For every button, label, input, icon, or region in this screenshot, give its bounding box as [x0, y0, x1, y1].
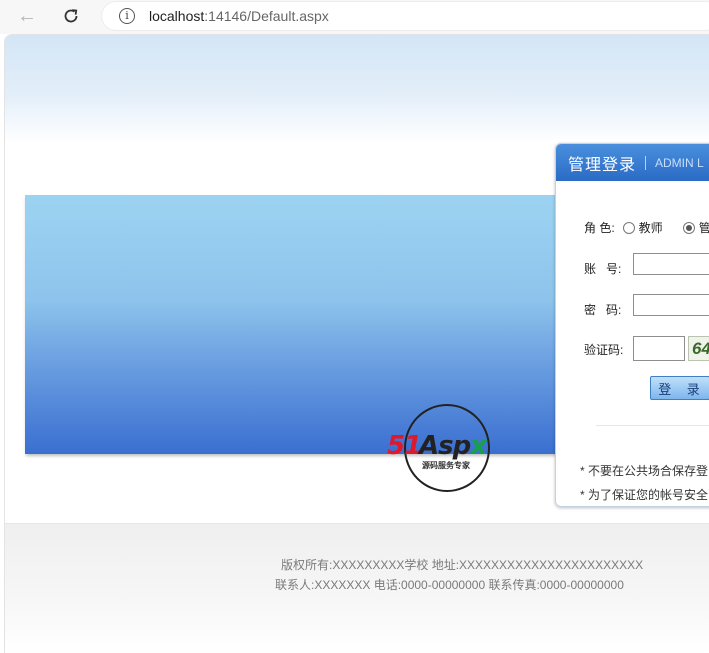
footer-copyright: 版权所有:XXXXXXXXX学校 地址:XXXXXXXXXXXXXXXXXXXX… — [281, 558, 644, 572]
account-input[interactable] — [633, 253, 709, 275]
url-path: :14146/Default.aspx — [204, 8, 329, 24]
login-subtitle: ADMIN L — [655, 155, 704, 170]
captcha-label: 验证码: — [584, 343, 624, 357]
logo-51: 51 — [387, 431, 422, 461]
header-divider — [645, 155, 647, 170]
notice-public-place: * 不要在公共场合保存登 — [580, 464, 709, 478]
site-info-icon[interactable]: i — [119, 8, 135, 24]
captcha-image[interactable]: 64 — [688, 336, 709, 361]
login-button[interactable]: 登 录 — [650, 376, 709, 400]
login-header: 管理登录 ADMIN L — [556, 144, 709, 181]
account-row: 账 号: — [584, 260, 621, 277]
page-content: 51 Aspx 源码服务专家 管理登录 ADMIN L 角 色: 教师 管 账 … — [4, 34, 709, 653]
logo-tagline: 源码服务专家 — [422, 461, 470, 470]
logo-asp-text: Asp — [419, 431, 471, 461]
logo-x-text: x — [470, 431, 487, 461]
header-sky-background — [5, 35, 709, 143]
role-label: 角 色: — [584, 221, 615, 235]
captcha-input[interactable] — [633, 336, 685, 361]
role-row: 角 色: 教师 管 — [584, 219, 709, 236]
password-input[interactable] — [633, 294, 709, 316]
footer-contact: 联系人:XXXXXXX 电话:0000-00000000 联系传真:0000-0… — [275, 578, 624, 592]
role-radio-teacher[interactable] — [622, 221, 635, 234]
login-panel: 管理登录 ADMIN L 角 色: 教师 管 账 号: 密 码: 验证码: 64… — [555, 143, 709, 507]
url-text: localhost:14146/Default.aspx — [149, 8, 329, 24]
role-option-admin: 管 — [699, 219, 709, 236]
site-logo: 51 Aspx 源码服务专家 — [387, 402, 515, 494]
reload-glyph — [64, 9, 78, 23]
reload-icon[interactable] — [58, 4, 84, 28]
login-divider — [596, 425, 709, 426]
back-arrow-icon[interactable]: ← — [14, 4, 40, 28]
password-row: 密 码: — [584, 301, 621, 318]
role-option-teacher: 教师 — [638, 221, 663, 235]
login-title: 管理登录 — [568, 156, 637, 174]
password-label: 密 码: — [584, 303, 622, 317]
browser-toolbar: ← i localhost:14146/Default.aspx — [0, 0, 709, 34]
page-footer: 版权所有:XXXXXXXXX学校 地址:XXXXXXXXXXXXXXXXXXXX… — [5, 523, 709, 653]
notice-account-safety: * 为了保证您的帐号安全 — [580, 488, 709, 502]
url-host: localhost — [149, 8, 205, 24]
logo-aspx: Aspx — [419, 431, 487, 461]
captcha-row: 验证码: — [584, 341, 623, 358]
address-bar[interactable]: i localhost:14146/Default.aspx — [101, 1, 709, 31]
account-label: 账 号: — [584, 262, 622, 276]
role-radio-admin[interactable] — [682, 221, 695, 234]
